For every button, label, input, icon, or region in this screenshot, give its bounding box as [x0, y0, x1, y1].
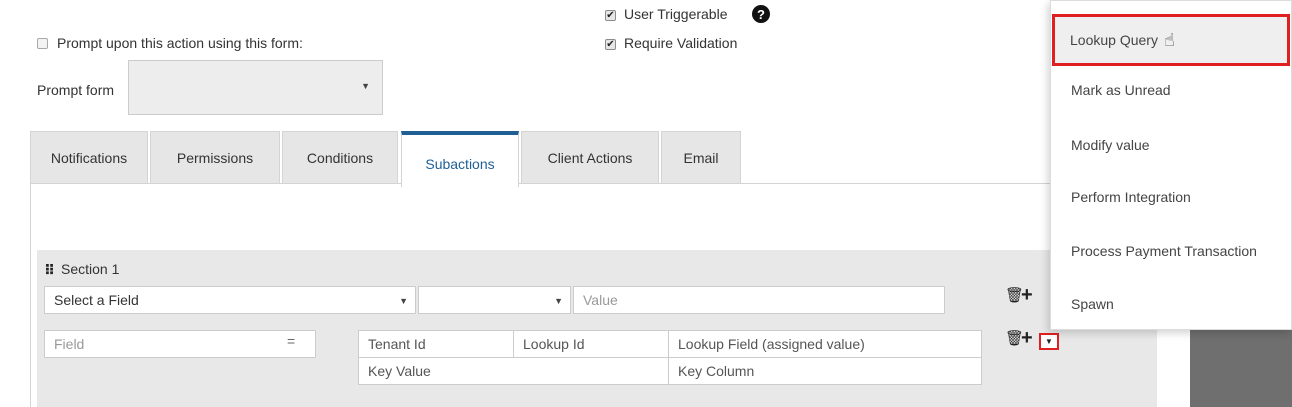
user-triggerable-label: User Triggerable: [624, 6, 728, 22]
chevron-down-icon: ▼: [554, 296, 563, 306]
add-icon[interactable]: +: [1021, 285, 1033, 305]
menu-item-lookup-query[interactable]: Lookup Query ☝: [1052, 14, 1290, 66]
add-icon[interactable]: +: [1021, 328, 1033, 348]
prompt-form-select[interactable]: ▼: [128, 60, 383, 115]
lookup-field-input[interactable]: Lookup Field (assigned value): [668, 330, 982, 358]
right-background-panel: [1190, 330, 1292, 407]
chevron-down-icon: ▼: [399, 296, 408, 306]
user-triggerable-checkbox[interactable]: ✔: [605, 10, 616, 21]
tab-conditions[interactable]: Conditions: [282, 131, 398, 183]
value-input[interactable]: Value: [573, 286, 945, 314]
hand-pointer-icon: ☝: [1163, 29, 1175, 50]
section-title: Section 1: [61, 261, 120, 277]
field-input[interactable]: Field: [44, 330, 316, 358]
field-select[interactable]: Select a Field ▼: [44, 286, 416, 314]
operator-select[interactable]: ▼: [418, 286, 571, 314]
require-validation-checkbox[interactable]: ✔: [605, 39, 616, 50]
tab-client-actions[interactable]: Client Actions: [521, 131, 659, 183]
menu-item-mark-as-unread[interactable]: Mark as Unread: [1051, 67, 1291, 113]
tab-permissions[interactable]: Permissions: [150, 131, 280, 183]
chevron-down-icon: ▼: [1045, 337, 1053, 346]
lookup-id-input[interactable]: Lookup Id: [513, 330, 669, 358]
menu-item-process-payment-transaction[interactable]: Process Payment Transaction: [1051, 228, 1291, 274]
tab-subactions[interactable]: Subactions: [401, 131, 519, 187]
prompt-form-checkbox-label: Prompt upon this action using this form:: [57, 35, 303, 51]
tenant-id-input[interactable]: Tenant Id: [358, 330, 514, 358]
subaction-type-dropdown-button[interactable]: ▼: [1039, 333, 1059, 350]
equals-sign: =: [287, 333, 296, 349]
tab-notifications[interactable]: Notifications: [30, 131, 148, 183]
help-icon[interactable]: ?: [752, 5, 770, 23]
menu-item-modify-value[interactable]: Modify value: [1051, 122, 1291, 168]
chevron-down-icon: ▼: [361, 81, 370, 91]
subaction-type-menu: Lookup Query ☝ Mark as Unread Modify val…: [1050, 0, 1292, 330]
key-column-input[interactable]: Key Column: [668, 357, 982, 385]
menu-item-spawn[interactable]: Spawn: [1051, 281, 1291, 327]
require-validation-label: Require Validation: [624, 35, 738, 51]
drag-handle-icon[interactable]: ⠿: [44, 262, 55, 279]
menu-item-perform-integration[interactable]: Perform Integration: [1051, 174, 1291, 220]
tab-email[interactable]: Email: [661, 131, 741, 183]
prompt-form-label: Prompt form: [37, 82, 115, 98]
key-value-input[interactable]: Key Value: [358, 357, 669, 385]
prompt-form-checkbox[interactable]: [37, 38, 48, 49]
